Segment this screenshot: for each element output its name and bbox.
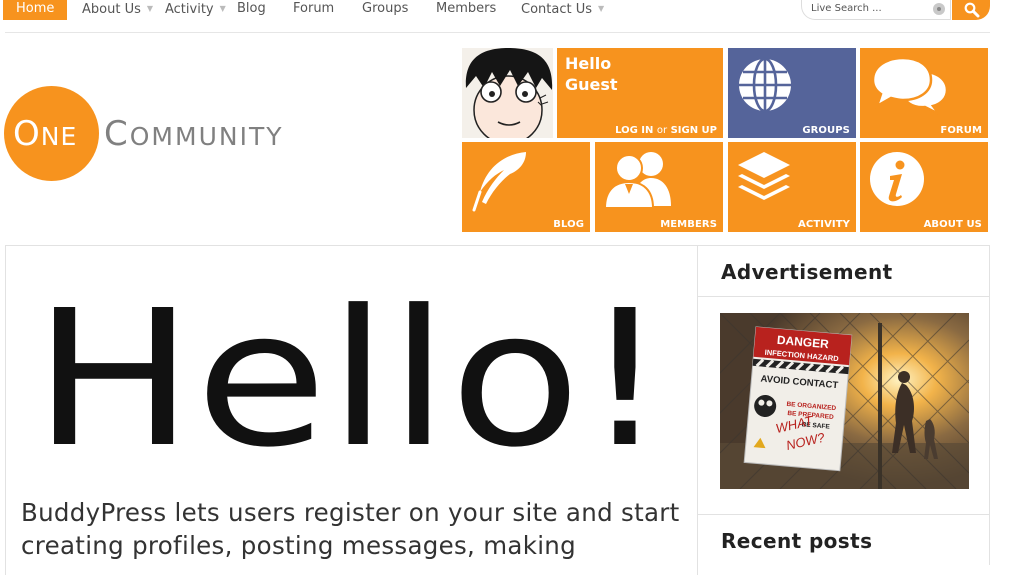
tile-about-us-label: ABOUT US [923, 219, 982, 230]
tile-groups-label: GROUPS [802, 125, 850, 136]
chevron-down-icon: ▼ [598, 4, 605, 13]
logo-one-initial: O [13, 114, 41, 154]
tile-blog[interactable]: BLOG [462, 142, 590, 232]
info-icon [870, 152, 924, 206]
people-icon [603, 152, 671, 209]
nav-about-us[interactable]: About Us ▼ [82, 0, 153, 20]
search-spinner-icon [933, 3, 945, 15]
nav-about-us-label: About Us [82, 2, 141, 17]
search-button[interactable] [952, 0, 990, 20]
nav-activity[interactable]: Activity ▼ [165, 0, 226, 20]
guest-avatar[interactable] [462, 48, 553, 138]
nav-members[interactable]: Members [436, 0, 496, 20]
intro-paragraph: BuddyPress lets users register on your s… [21, 498, 680, 560]
logo-one-rest: NE [40, 122, 78, 151]
nav-forum[interactable]: Forum [293, 0, 334, 20]
chevron-down-icon: ▼ [219, 4, 226, 13]
advertisement-title: Advertisement [721, 260, 893, 284]
widget-divider [698, 296, 990, 297]
signup-link[interactable]: SIGN UP [671, 125, 717, 136]
login-links: LOG IN or SIGN UP [615, 125, 717, 136]
login-link[interactable]: LOG IN [615, 125, 653, 136]
speech-bubbles-icon [871, 56, 949, 116]
logo-community-rest: OMMUNITY [129, 122, 284, 151]
guest-line: Guest [565, 75, 618, 94]
hello-line: Hello [565, 54, 612, 73]
globe-icon [739, 57, 791, 113]
tile-forum-label: FORUM [940, 125, 982, 136]
avatar [462, 48, 553, 138]
tile-groups[interactable]: GROUPS [728, 48, 856, 138]
tile-blog-label: BLOG [553, 219, 584, 230]
tile-activity[interactable]: ACTIVITY [728, 142, 856, 232]
header-divider [5, 32, 990, 33]
main-navigation: Home About Us ▼ Activity ▼ Blog Forum Grou… [0, 0, 1024, 22]
feather-icon [472, 152, 526, 212]
logo-community-text: COMMUNITY [104, 114, 283, 157]
tile-activity-label: ACTIVITY [798, 219, 850, 230]
nav-contact-us[interactable]: Contact Us ▼ [521, 0, 604, 20]
live-search-box [801, 0, 951, 20]
search-input[interactable] [811, 1, 929, 16]
logo-community-initial: C [104, 114, 130, 154]
logo-one-text: ONE [13, 114, 77, 157]
hello-guest-tile: Hello Guest LOG IN or SIGN UP [557, 48, 723, 138]
magnifier-icon [964, 2, 980, 18]
hello-headline: Hello! [33, 270, 669, 489]
tile-forum[interactable]: FORUM [860, 48, 988, 138]
nav-home[interactable]: Home [3, 0, 68, 20]
advertisement-image[interactable]: DANGER INFECTION HAZARD AVOID CONTACT BE… [720, 313, 969, 489]
tile-about-us[interactable]: ABOUT US [860, 142, 988, 232]
danger-sign-image: DANGER INFECTION HAZARD AVOID CONTACT BE… [720, 313, 969, 489]
chevron-down-icon: ▼ [146, 4, 154, 13]
nav-contact-us-label: Contact Us [521, 2, 592, 17]
or-text: or [656, 125, 668, 136]
hello-guest-greeting: Hello Guest [565, 53, 618, 95]
layers-icon [738, 152, 790, 200]
tile-members-label: MEMBERS [660, 219, 717, 230]
nav-activity-label: Activity [165, 2, 214, 17]
nav-groups[interactable]: Groups [362, 0, 408, 20]
tile-members[interactable]: MEMBERS [595, 142, 723, 232]
recent-posts-title: Recent posts [721, 529, 873, 553]
nav-blog[interactable]: Blog [237, 0, 266, 20]
widget-divider [698, 514, 990, 515]
